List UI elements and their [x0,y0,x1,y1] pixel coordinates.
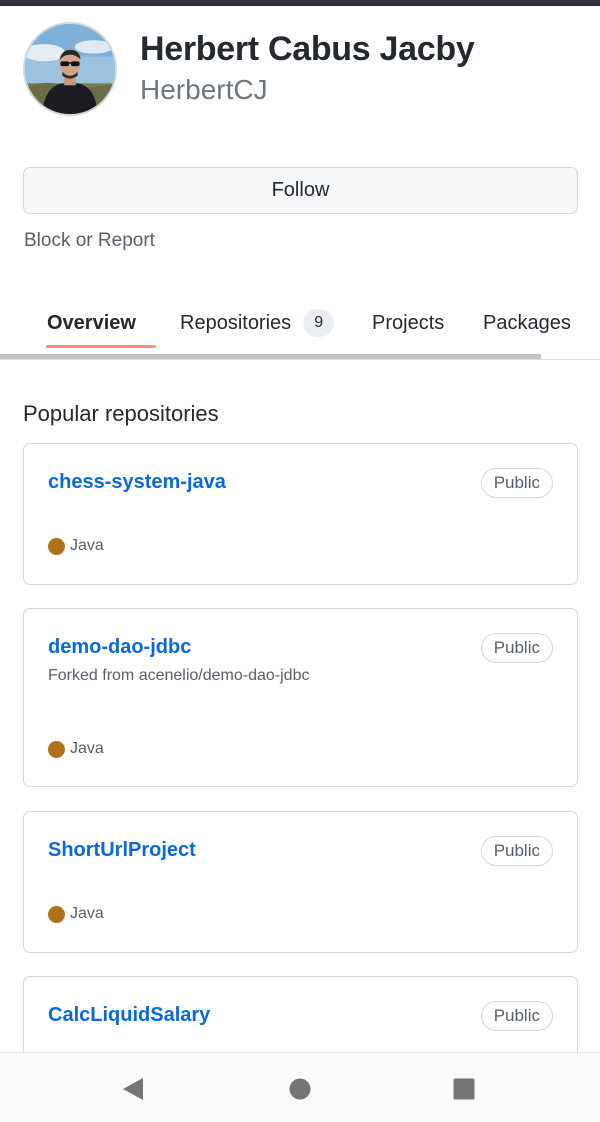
follow-button[interactable]: Follow [23,167,578,214]
square-recents-icon [453,1078,475,1100]
nav-recents-button[interactable] [448,1073,480,1105]
selected-tab-underline [46,345,156,348]
fork-source-text[interactable]: Forked from acenelio/demo-dao-jdbc [48,667,309,685]
profile-full-name: Herbert Cabus Jacby [140,30,475,68]
visibility-badge: Public [480,633,553,663]
language-label: Java [70,905,104,922]
repo-name-link[interactable]: chess-system-java [48,471,226,494]
visibility-badge: Public [480,1001,553,1031]
tab-overview[interactable]: Overview [47,300,136,346]
language-color-dot [48,905,65,923]
visibility-badge: Public [480,468,553,498]
repo-language: Java [48,905,104,923]
repositories-count-badge: 9 [303,309,335,337]
tabs-divider [0,359,600,360]
avatar[interactable] [23,22,117,116]
visibility-badge: Public [480,836,553,866]
repo-name-link[interactable]: demo-dao-jdbc [48,636,191,659]
triangle-back-icon [123,1078,143,1100]
circle-home-icon [289,1078,311,1100]
tab-overview-label: Overview [47,311,136,334]
language-color-dot [48,537,65,555]
language-label: Java [70,537,104,554]
profile-tabs: Overview Repositories 9 Projects Package… [0,290,600,360]
repo-card: demo-dao-jdbc Public Forked from aceneli… [23,608,578,787]
tab-projects[interactable]: Projects [372,300,444,346]
repo-name-link[interactable]: CalcLiquidSalary [48,1004,210,1027]
repo-card: ShortUrlProject Public Java [23,811,578,953]
repo-language: Java [48,740,104,758]
nav-back-button[interactable] [117,1073,149,1105]
status-bar-strip [0,0,600,6]
tab-projects-label: Projects [372,311,445,334]
language-label: Java [70,740,104,757]
tab-repositories-label: Repositories [180,311,292,334]
block-or-report-link[interactable]: Block or Report [24,230,155,252]
nav-home-button[interactable] [284,1073,316,1105]
popular-repositories-title: Popular repositories [23,401,219,426]
repo-language: Java [48,537,104,555]
profile-username: HerbertCJ [140,74,268,105]
avatar-photo [25,24,115,114]
language-color-dot [48,740,65,758]
tab-packages-label: Packages [483,311,571,334]
tab-repositories[interactable]: Repositories 9 [180,300,335,346]
tab-packages[interactable]: Packages [483,300,571,346]
repo-card: chess-system-java Public Java [23,443,578,585]
repo-name-link[interactable]: ShortUrlProject [48,839,196,862]
android-navigation-bar [0,1052,600,1122]
